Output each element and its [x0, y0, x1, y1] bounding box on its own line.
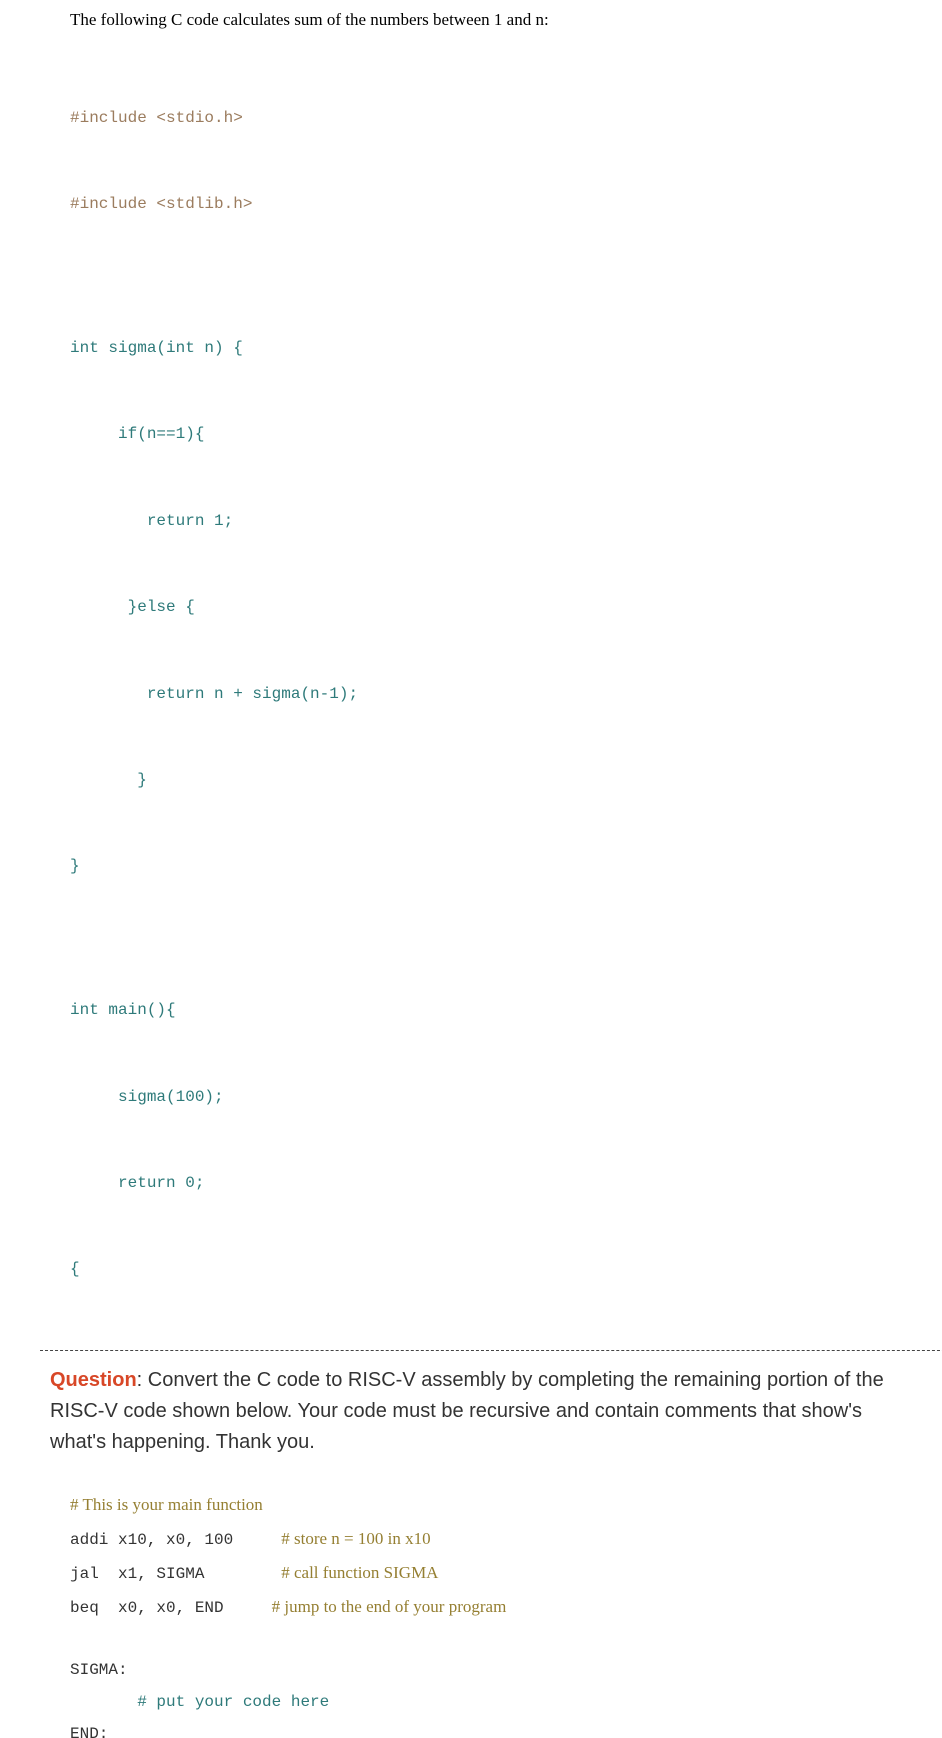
asm-line: beq x0, x0, END # jump to the end of you… [70, 1590, 892, 1624]
asm-sigma-label: SIGMA: [70, 1654, 892, 1686]
question-section: Question: Convert the C code to RISC-V a… [70, 1365, 892, 1738]
asm-header-comment: # This is your main function [70, 1488, 892, 1522]
c-code-line: } [70, 766, 892, 795]
asm-line: addi x10, x0, 100 # store n = 100 in x10 [70, 1522, 892, 1556]
document-content: The following C code calculates sum of t… [0, 0, 942, 1738]
question-paragraph: Question: Convert the C code to RISC-V a… [50, 1365, 892, 1458]
question-label: Question [50, 1369, 137, 1391]
c-code-line: #include <stdio.h> [70, 104, 892, 133]
asm-placeholder: # put your code here [70, 1686, 892, 1718]
c-code-line: return 0; [70, 1169, 892, 1198]
c-code-block: #include <stdio.h> #include <stdlib.h> i… [70, 46, 892, 1342]
c-code-line: sigma(100); [70, 1083, 892, 1112]
asm-line: jal x1, SIGMA # call function SIGMA [70, 1556, 892, 1590]
c-code-line: { [70, 1255, 892, 1284]
c-code-line: return 1; [70, 507, 892, 536]
section-divider [40, 1350, 942, 1351]
c-code-line: }else { [70, 593, 892, 622]
c-code-line: #include <stdlib.h> [70, 190, 892, 219]
question-body: : Convert the C code to RISC-V assembly … [50, 1369, 884, 1453]
c-code-line: int sigma(int n) { [70, 334, 892, 363]
c-code-line: int main(){ [70, 996, 892, 1025]
c-code-line: return n + sigma(n-1); [70, 680, 892, 709]
asm-end-label: END: [70, 1718, 892, 1738]
asm-code-block: # This is your main function addi x10, x… [70, 1488, 892, 1738]
c-code-line: if(n==1){ [70, 420, 892, 449]
c-code-line: } [70, 852, 892, 881]
intro-paragraph: The following C code calculates sum of t… [70, 10, 892, 30]
